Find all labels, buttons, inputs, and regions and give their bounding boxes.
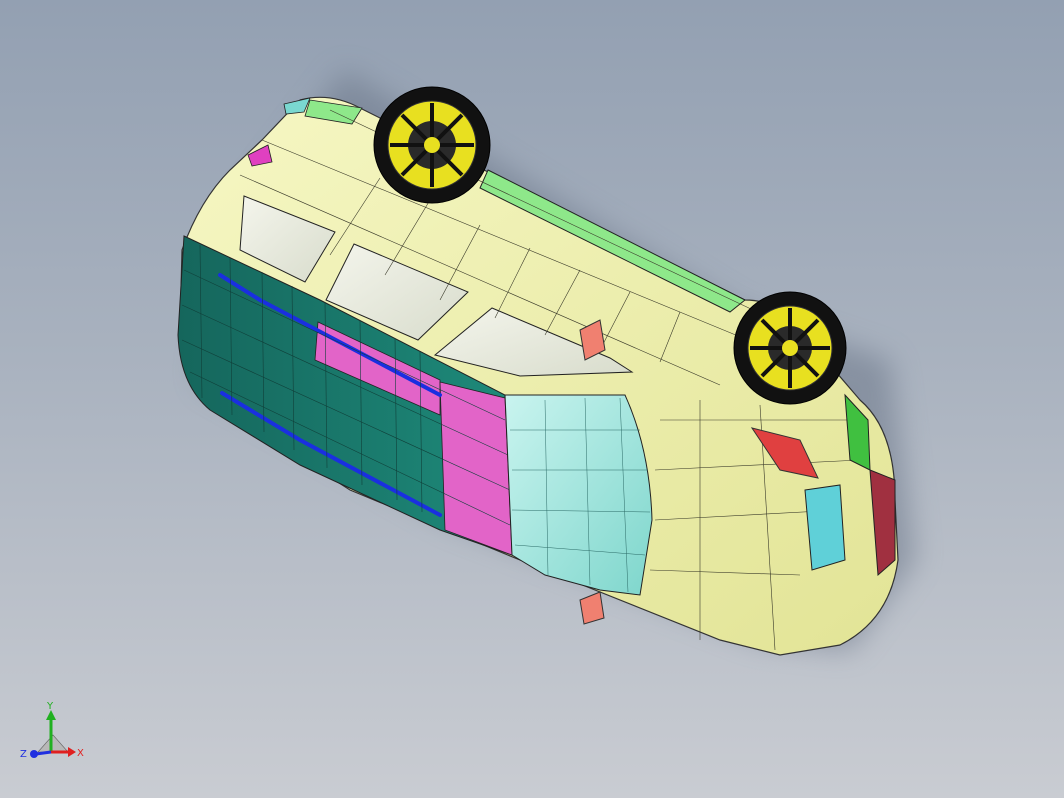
triad-base-icon [37,734,69,753]
triad-y-label: Y [46,701,54,712]
front-grille [804,484,846,571]
orientation-triad[interactable]: Y X Z [18,700,88,770]
z-arrow-icon [30,750,38,758]
graphics-viewport[interactable]: Y X Z [0,0,1064,798]
front-wheel[interactable] [733,291,847,405]
triad-z-label: Z [20,749,27,760]
rear-wheel[interactable] [373,86,491,204]
windshield [504,394,653,596]
x-arrow-icon [68,747,76,757]
car-model-view[interactable] [0,0,1064,798]
z-axis-icon [35,750,52,756]
mirror-lower[interactable] [579,591,605,625]
triad-x-label: X [77,748,84,759]
door-accent-lower [439,381,513,556]
